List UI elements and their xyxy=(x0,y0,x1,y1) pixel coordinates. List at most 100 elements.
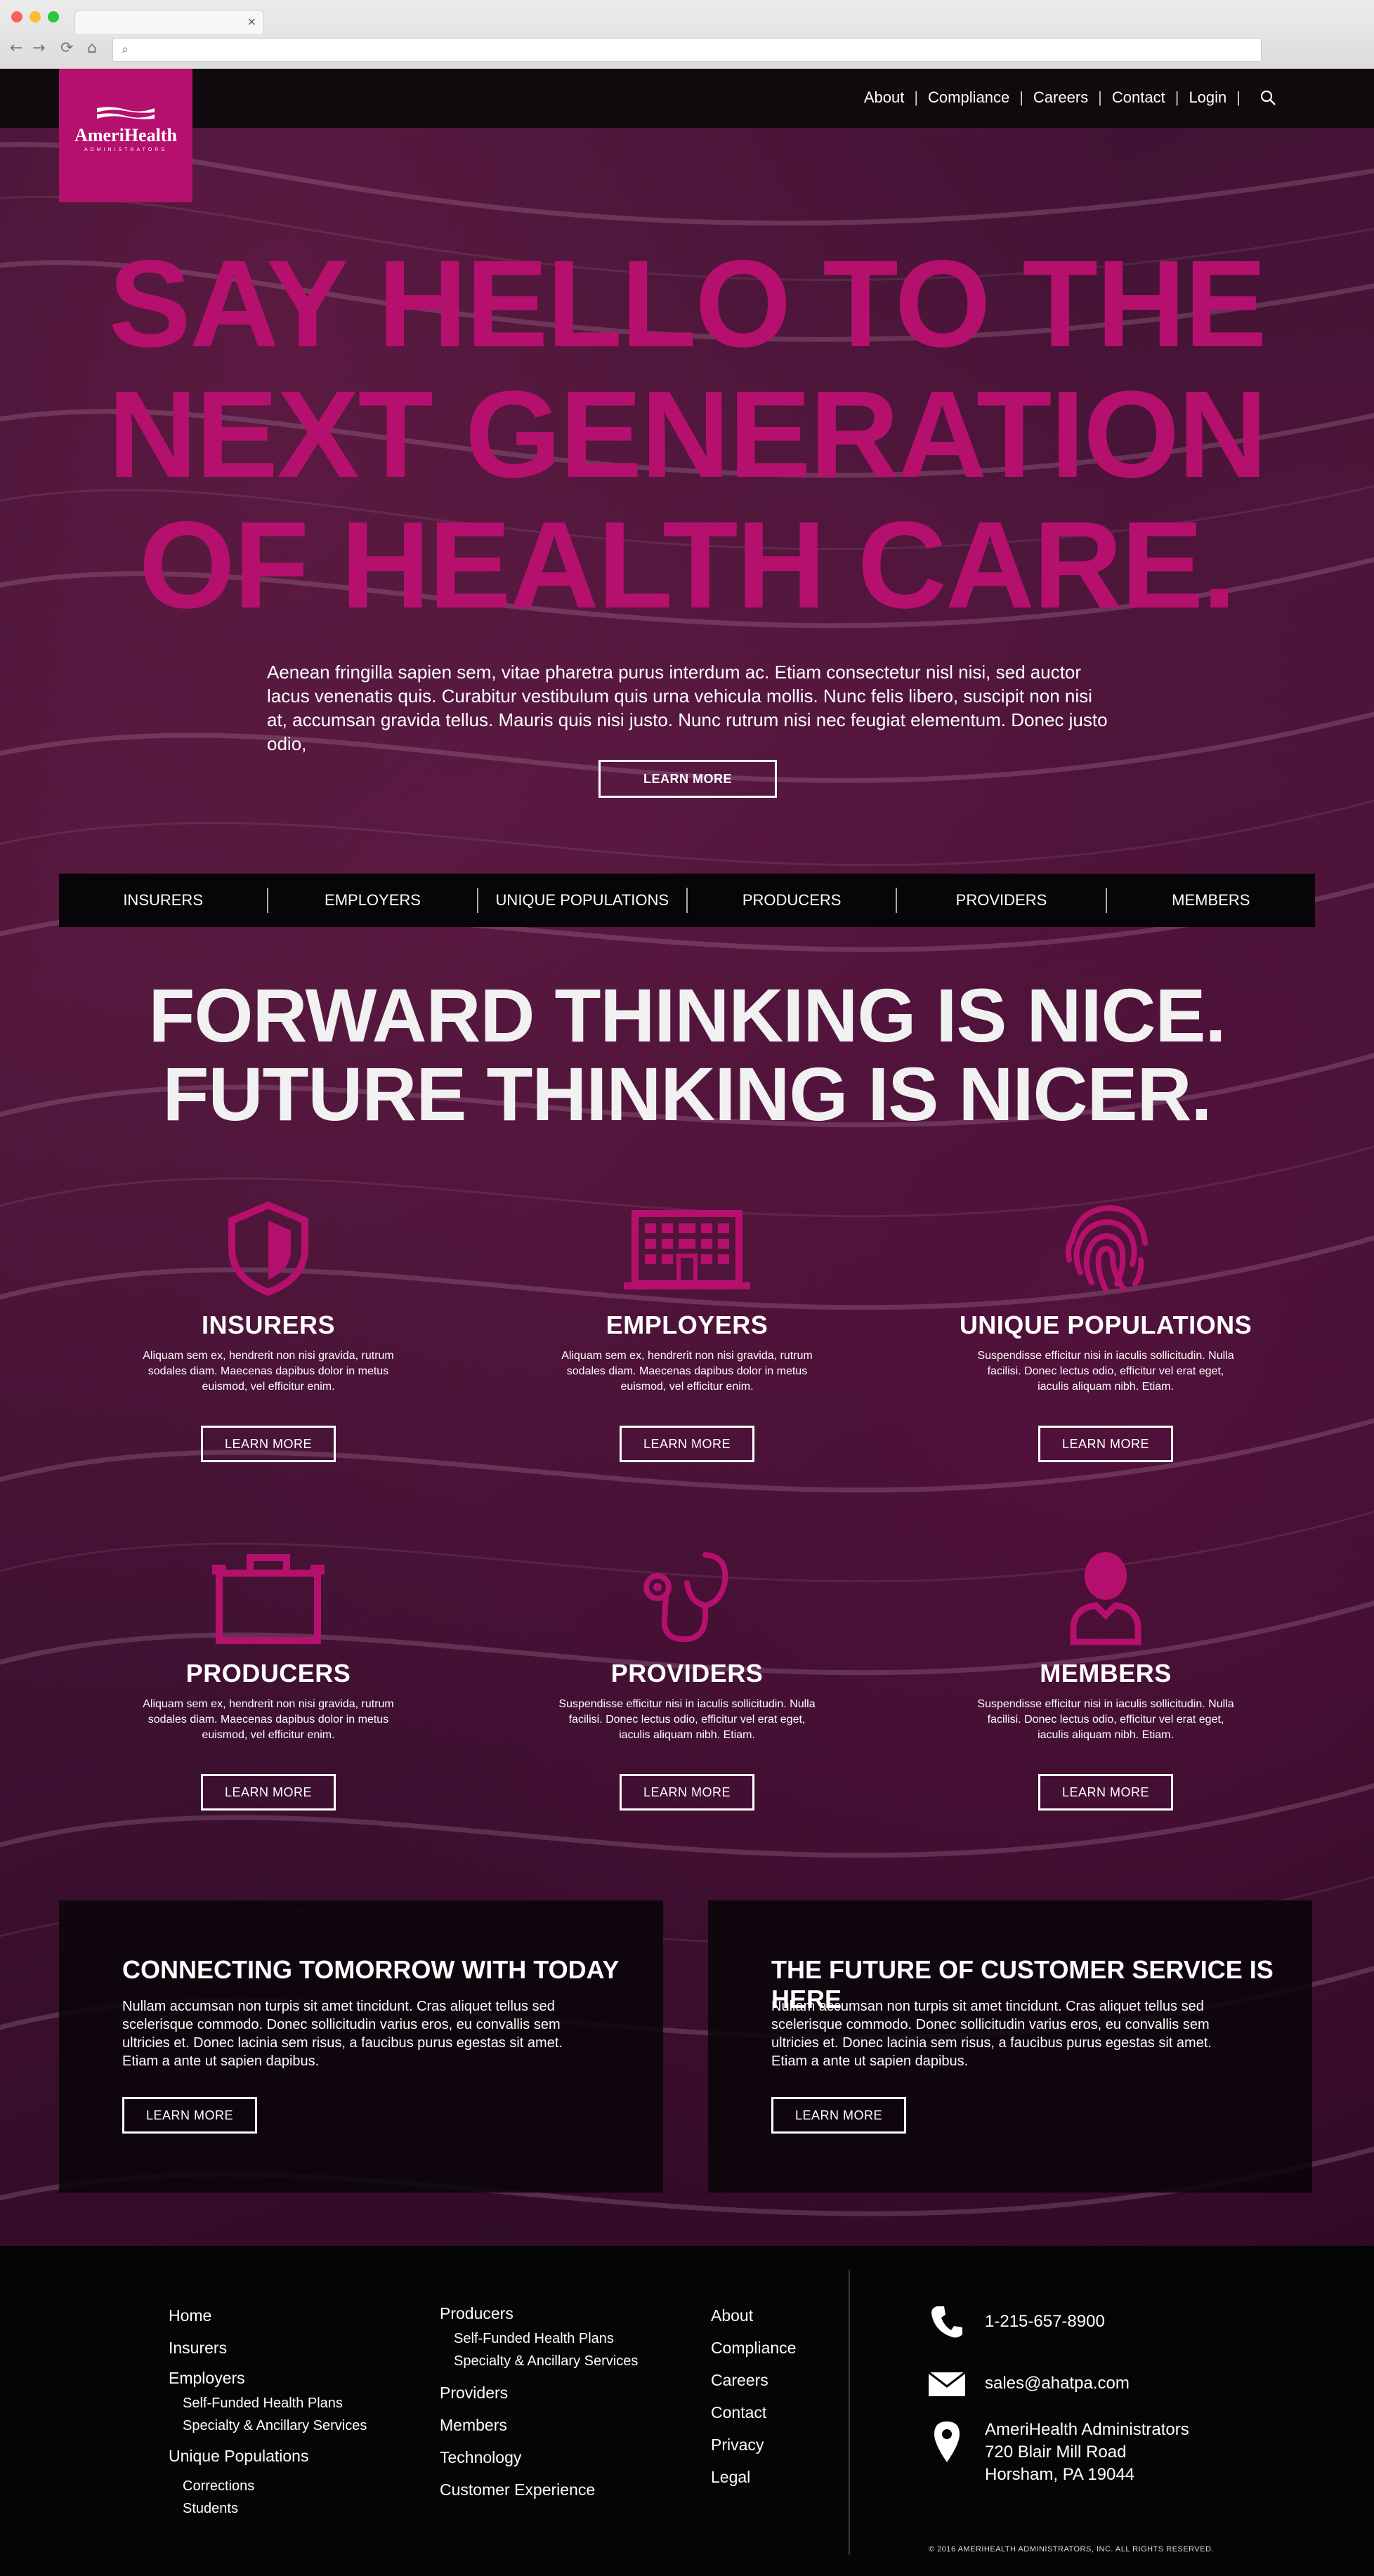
amerihealth-logo[interactable]: AmeriHealth ADMINISTRATORS xyxy=(59,69,192,202)
separator: | xyxy=(1019,88,1023,106)
footer-link-legal[interactable]: Legal xyxy=(711,2461,796,2493)
card-insurers: INSURERS Aliquam sem ex, hendrerit non n… xyxy=(121,1200,416,1462)
card-description: Suspendisse efficitur nisi in iaculis so… xyxy=(977,1350,1234,1393)
hero-title-line: OF HEALTH CARE. xyxy=(138,497,1236,634)
footer-link-producers[interactable]: Producers xyxy=(440,2299,638,2327)
promo-learn-more-button[interactable]: LEARN MORE xyxy=(771,2097,906,2134)
employers-learn-more-button[interactable]: LEARN MORE xyxy=(620,1426,754,1462)
unique-populations-learn-more-button[interactable]: LEARN MORE xyxy=(1038,1426,1173,1462)
minimize-window-button[interactable] xyxy=(30,11,41,22)
card-providers: PROVIDERS Suspendisse efficitur nisi in … xyxy=(539,1548,835,1811)
hero-title-line: SAY HELLO TO THE xyxy=(108,235,1267,373)
footer-divider xyxy=(849,2270,850,2555)
footer-link-careers[interactable]: Careers xyxy=(711,2364,796,2396)
footer-link-members[interactable]: Members xyxy=(440,2409,638,2441)
browser-tab[interactable]: × xyxy=(74,10,264,34)
footer-link-privacy[interactable]: Privacy xyxy=(711,2429,796,2461)
providers-learn-more-button[interactable]: LEARN MORE xyxy=(620,1774,754,1811)
audience-tab-insurers[interactable]: INSURERS xyxy=(59,888,267,913)
separator: | xyxy=(1098,88,1102,106)
footer-link-insurers[interactable]: Insurers xyxy=(169,2332,367,2364)
footer-link-customer-experience[interactable]: Customer Experience xyxy=(440,2473,638,2506)
stethoscope-icon xyxy=(643,1552,728,1643)
footer-sublink[interactable]: Specialty & Ancillary Services xyxy=(169,2414,367,2437)
audience-nav-bar: INSURERS EMPLOYERS UNIQUE POPULATIONS PR… xyxy=(59,874,1315,927)
address-line: AmeriHealth Administrators xyxy=(985,2420,1189,2439)
flag-icon xyxy=(97,107,155,119)
nav-link-careers[interactable]: Careers xyxy=(1033,88,1088,107)
footer-address-text: AmeriHealth Administrators 720 Blair Mil… xyxy=(985,2419,1189,2486)
footer-link-employers[interactable]: Employers xyxy=(169,2364,367,2392)
hero-title-line: NEXT GENERATION xyxy=(107,366,1268,504)
footer-link-contact[interactable]: Contact xyxy=(711,2396,796,2429)
card-description: Aliquam sem ex, hendrerit non nisi gravi… xyxy=(143,1350,394,1393)
footer-link-about[interactable]: About xyxy=(711,2299,796,2332)
card-producers: PRODUCERS Aliquam sem ex, hendrerit non … xyxy=(121,1548,416,1811)
promo-customer-service: THE FUTURE OF CUSTOMER SERVICE IS HERE N… xyxy=(708,1900,1312,2193)
footer-link-home[interactable]: Home xyxy=(169,2299,367,2332)
logo-brand: AmeriHealth xyxy=(74,125,177,145)
email-icon xyxy=(928,2371,966,2396)
nav-link-compliance[interactable]: Compliance xyxy=(928,88,1009,107)
audience-tab-producers[interactable]: PRODUCERS xyxy=(686,888,896,913)
card-title: UNIQUE POPULATIONS xyxy=(959,1310,1252,1339)
address-line: 720 Blair Mill Road xyxy=(985,2443,1127,2462)
footer-sublink[interactable]: Specialty & Ancillary Services xyxy=(440,2350,638,2372)
promo-title: CONNECTING TOMORROW WITH TODAY xyxy=(122,1955,620,1984)
nav-link-about[interactable]: About xyxy=(864,88,905,107)
promo-learn-more-button[interactable]: LEARN MORE xyxy=(122,2097,257,2134)
phone-icon xyxy=(931,2306,962,2338)
hero-body: Aenean fringilla sapien sem, vitae phare… xyxy=(267,662,1108,754)
maximize-window-button[interactable] xyxy=(48,11,59,22)
close-tab-icon[interactable]: × xyxy=(247,15,256,28)
fingerprint-icon xyxy=(1065,1204,1148,1292)
separator: | xyxy=(1175,88,1179,106)
utility-links: About | Compliance | Careers | Contact |… xyxy=(864,88,1276,107)
footer-address: AmeriHealth Administrators 720 Blair Mil… xyxy=(927,2419,1189,2486)
promo-text: Nullam accumsan non turpis sit amet tinc… xyxy=(122,1999,563,2069)
audience-tab-unique-populations[interactable]: UNIQUE POPULATIONS xyxy=(476,888,686,913)
hero-learn-more-button[interactable]: LEARN MORE xyxy=(598,760,777,798)
footer-column-3: About Compliance Careers Contact Privacy… xyxy=(711,2299,796,2493)
footer-phone-number: 1-215-657-8900 xyxy=(985,2312,1105,2331)
footer-link-compliance[interactable]: Compliance xyxy=(711,2332,796,2364)
tagline-line: FUTURE THINKING IS NICER. xyxy=(162,1051,1212,1136)
back-arrow-icon[interactable]: ← xyxy=(10,41,22,56)
card-description: Aliquam sem ex, hendrerit non nisi gravi… xyxy=(561,1350,813,1393)
members-learn-more-button[interactable]: LEARN MORE xyxy=(1038,1774,1173,1811)
footer-sublink[interactable]: Corrections xyxy=(169,2475,367,2497)
audience-tab-members[interactable]: MEMBERS xyxy=(1105,888,1315,913)
reload-icon[interactable]: ⟳ xyxy=(60,41,73,56)
audience-tab-providers[interactable]: PROVIDERS xyxy=(896,888,1105,913)
audience-tab-employers[interactable]: EMPLOYERS xyxy=(267,888,476,913)
search-icon[interactable] xyxy=(1260,90,1276,105)
home-icon[interactable]: ⌂ xyxy=(87,41,97,56)
logo-subtitle: ADMINISTRATORS xyxy=(84,147,167,152)
footer-link-technology[interactable]: Technology xyxy=(440,2441,638,2473)
footer-sublink[interactable]: Students xyxy=(169,2497,367,2520)
search-icon: ⌕ xyxy=(122,42,129,57)
shield-icon xyxy=(228,1201,308,1296)
card-title: EMPLOYERS xyxy=(606,1310,768,1339)
person-icon xyxy=(1070,1552,1141,1645)
card-description: Aliquam sem ex, hendrerit non nisi gravi… xyxy=(143,1698,394,1741)
producers-learn-more-button[interactable]: LEARN MORE xyxy=(201,1774,336,1811)
card-members: MEMBERS Suspendisse efficitur nisi in ia… xyxy=(958,1548,1253,1811)
address-bar[interactable]: ⌕ xyxy=(112,38,1262,62)
footer-email-address: sales@ahatpa.com xyxy=(985,2374,1130,2393)
card-description: Suspendisse efficitur nisi in iaculis so… xyxy=(977,1698,1234,1741)
footer-sublink[interactable]: Self-Funded Health Plans xyxy=(440,2327,638,2350)
footer-link-providers[interactable]: Providers xyxy=(440,2377,638,2409)
card-title: PRODUCERS xyxy=(185,1659,351,1688)
close-window-button[interactable] xyxy=(11,11,22,22)
nav-link-login[interactable]: Login xyxy=(1189,88,1226,107)
forward-arrow-icon[interactable]: → xyxy=(32,41,45,56)
footer-link-unique-populations[interactable]: Unique Populations xyxy=(169,2437,367,2475)
card-unique-populations: UNIQUE POPULATIONS Suspendisse efficitur… xyxy=(958,1200,1253,1462)
insurers-learn-more-button[interactable]: LEARN MORE xyxy=(201,1426,336,1462)
footer-sublink[interactable]: Self-Funded Health Plans xyxy=(169,2392,367,2414)
footer-email[interactable]: sales@ahatpa.com xyxy=(927,2364,1130,2403)
nav-link-contact[interactable]: Contact xyxy=(1112,88,1165,107)
tagline: FORWARD THINKING IS NICE. FUTURE THINKIN… xyxy=(0,976,1374,1133)
footer-phone[interactable]: 1-215-657-8900 xyxy=(927,2302,1105,2341)
